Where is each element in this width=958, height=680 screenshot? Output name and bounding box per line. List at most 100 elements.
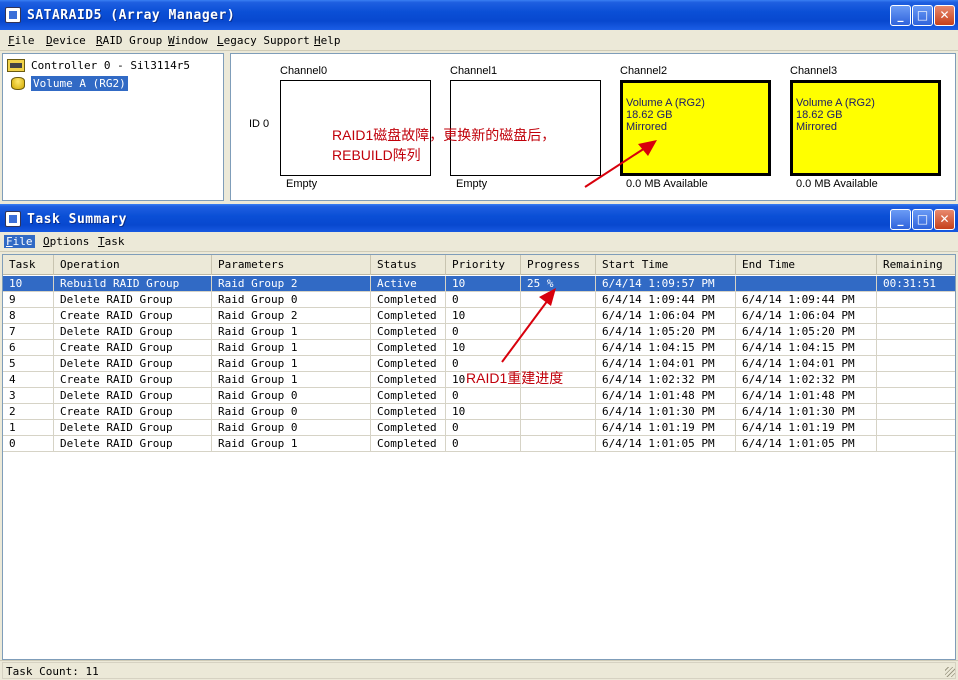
channel2-footer: 0.0 MB Available — [626, 178, 708, 190]
cell-parameters: Raid Group 0 — [212, 420, 371, 436]
cell-start-time: 6/4/14 1:04:01 PM — [596, 356, 736, 372]
cell-start-time: 6/4/14 1:06:04 PM — [596, 308, 736, 324]
cell-end-time: 6/4/14 1:05:20 PM — [736, 324, 877, 340]
table-row[interactable]: 9 Delete RAID Group Raid Group 0 Completed 0… — [3, 292, 955, 308]
task-titlebar[interactable]: Task Summary _ □ ✕ — [0, 204, 958, 234]
cell-operation: Delete RAID Group — [54, 292, 212, 308]
cell-status: Completed — [371, 436, 446, 452]
cell-task: 6 — [3, 340, 54, 356]
cell-status: Completed — [371, 340, 446, 356]
cell-task: 4 — [3, 372, 54, 388]
task-menu-file[interactable]: File — [4, 235, 35, 248]
cell-operation: Delete RAID Group — [54, 356, 212, 372]
task-table: Task Operation Parameters Status Priority Pro… — [2, 254, 956, 660]
cell-start-time: 6/4/14 1:05:20 PM — [596, 324, 736, 340]
column-header-parameters[interactable]: Parameters — [212, 255, 371, 275]
cell-parameters: Raid Group 1 — [212, 324, 371, 340]
app-icon — [5, 7, 21, 23]
cell-priority: 10 — [446, 404, 521, 420]
cell-remaining — [877, 420, 955, 436]
cell-start-time: 6/4/14 1:09:44 PM — [596, 292, 736, 308]
cell-end-time — [736, 276, 877, 292]
channel0-footer: Empty — [286, 178, 318, 190]
menu-raid-group[interactable]: RAID Group — [96, 34, 162, 47]
status-pane — [2, 662, 956, 679]
cell-parameters: Raid Group 1 — [212, 356, 371, 372]
cell-operation: Create RAID Group — [54, 372, 212, 388]
close-icon[interactable]: ✕ — [934, 5, 955, 26]
cell-priority: 0 — [446, 420, 521, 436]
cell-remaining: 00:31:51 — [877, 276, 955, 292]
column-header-start-time[interactable]: Start Time — [596, 255, 736, 275]
cell-progress — [521, 324, 596, 340]
column-header-operation[interactable]: Operation — [54, 255, 212, 275]
channel0-label: Channel0 — [280, 65, 328, 77]
column-header-task[interactable]: Task — [3, 255, 54, 275]
cell-status: Completed — [371, 388, 446, 404]
cell-remaining — [877, 324, 955, 340]
tree-item-volume[interactable]: Volume A (RG2) — [11, 75, 128, 91]
table-row[interactable]: 10 Rebuild RAID Group Raid Group 2 Active 10… — [3, 276, 955, 292]
task-menu-options[interactable]: Options — [43, 235, 89, 248]
channel1-footer: Empty — [456, 178, 488, 190]
main-menubar: File Device RAID Group Window Legacy Sup… — [0, 31, 958, 51]
cell-status: Completed — [371, 308, 446, 324]
column-header-progress[interactable]: Progress — [521, 255, 596, 275]
task-minimize-icon[interactable]: _ — [890, 209, 911, 230]
cell-progress — [521, 420, 596, 436]
cell-operation: Delete RAID Group — [54, 436, 212, 452]
table-row[interactable]: 0 Delete RAID Group Raid Group 1 Completed 0… — [3, 436, 955, 452]
cell-progress — [521, 340, 596, 356]
menu-device[interactable]: Device — [46, 34, 86, 47]
cell-remaining — [877, 340, 955, 356]
menu-legacy-support[interactable]: Legacy Support — [217, 34, 310, 47]
menu-help[interactable]: Help — [314, 34, 341, 47]
cell-operation: Delete RAID Group — [54, 388, 212, 404]
task-menu-task[interactable]: Task — [98, 235, 125, 248]
cell-start-time: 6/4/14 1:04:15 PM — [596, 340, 736, 356]
minimize-icon[interactable]: _ — [890, 5, 911, 26]
cell-parameters: Raid Group 0 — [212, 388, 371, 404]
main-titlebar[interactable]: SATARAID5 (Array Manager) _ □ ✕ — [0, 0, 958, 30]
column-header-status[interactable]: Status — [371, 255, 446, 275]
cell-operation: Rebuild RAID Group — [54, 276, 212, 292]
table-row[interactable]: 2 Create RAID Group Raid Group 0 Completed 1… — [3, 404, 955, 420]
task-menubar: File Options Task — [0, 232, 958, 252]
cell-end-time: 6/4/14 1:06:04 PM — [736, 308, 877, 324]
cell-priority: 10 — [446, 340, 521, 356]
channel3-volume-size: 18.62 GB — [796, 109, 843, 121]
tree-item-controller[interactable]: Controller 0 - Sil3114r5 — [7, 57, 190, 73]
cell-progress — [521, 404, 596, 420]
menu-file[interactable]: File — [8, 34, 35, 47]
cell-parameters: Raid Group 2 — [212, 276, 371, 292]
cell-end-time: 6/4/14 1:02:32 PM — [736, 372, 877, 388]
cell-operation: Create RAID Group — [54, 404, 212, 420]
column-header-priority[interactable]: Priority — [446, 255, 521, 275]
channel1-label: Channel1 — [450, 65, 498, 77]
column-header-end-time[interactable]: End Time — [736, 255, 877, 275]
cell-task: 10 — [3, 276, 54, 292]
table-row[interactable]: 3 Delete RAID Group Raid Group 0 Completed 0… — [3, 388, 955, 404]
channel3-volume-type: Mirrored — [796, 121, 837, 133]
channel2-volume-size: 18.62 GB — [626, 109, 673, 121]
cell-remaining — [877, 436, 955, 452]
cell-operation: Delete RAID Group — [54, 324, 212, 340]
task-maximize-icon[interactable]: □ — [912, 209, 933, 230]
cell-task: 8 — [3, 308, 54, 324]
task-app-icon — [5, 211, 21, 227]
cell-start-time: 6/4/14 1:02:32 PM — [596, 372, 736, 388]
cell-priority: 0 — [446, 436, 521, 452]
channel3-slot[interactable]: Volume A (RG2) 18.62 GB Mirrored — [790, 80, 941, 176]
channel2-slot[interactable]: Volume A (RG2) 18.62 GB Mirrored — [620, 80, 771, 176]
task-close-icon[interactable]: ✕ — [934, 209, 955, 230]
cell-priority: 10 — [446, 276, 521, 292]
maximize-icon[interactable]: □ — [912, 5, 933, 26]
table-row[interactable]: 6 Create RAID Group Raid Group 1 Completed 1… — [3, 340, 955, 356]
table-row[interactable]: 7 Delete RAID Group Raid Group 1 Completed 0… — [3, 324, 955, 340]
resize-grip[interactable] — [945, 667, 955, 677]
menu-window[interactable]: Window — [168, 34, 208, 47]
table-row[interactable]: 1 Delete RAID Group Raid Group 0 Completed 0… — [3, 420, 955, 436]
column-header-remaining[interactable]: Remaining — [877, 255, 955, 275]
table-row[interactable]: 8 Create RAID Group Raid Group 2 Completed 1… — [3, 308, 955, 324]
cell-operation: Create RAID Group — [54, 340, 212, 356]
